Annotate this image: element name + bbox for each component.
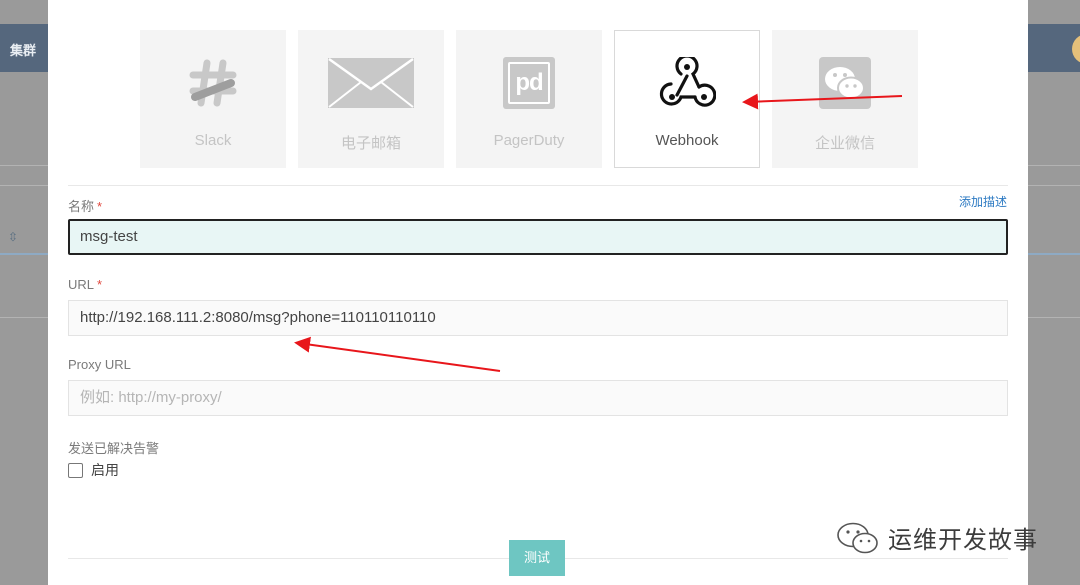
- watermark: 运维开发故事: [836, 520, 1038, 555]
- annotation-arrow-url: [294, 336, 501, 372]
- watermark-text: 运维开发故事: [888, 527, 1038, 554]
- annotation-arrows: [294, 93, 903, 372]
- annotation-arrow-webhook: [742, 93, 903, 110]
- wechat-icon: [837, 522, 878, 553]
